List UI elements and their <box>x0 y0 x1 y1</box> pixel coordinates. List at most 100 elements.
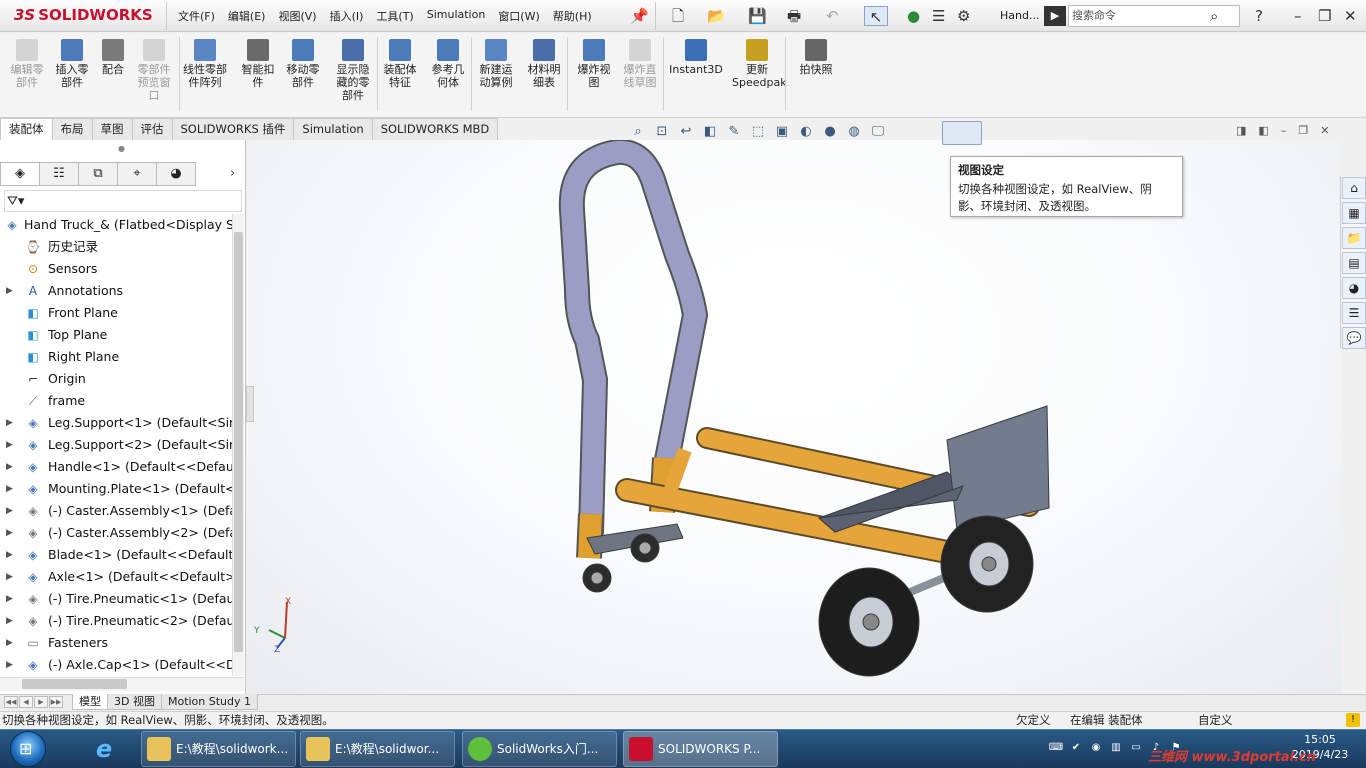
expand-arrow-icon[interactable]: ▶ <box>6 500 13 522</box>
viewport-minimize-icon[interactable]: – <box>1281 124 1287 137</box>
viewport-close-icon[interactable]: ✕ <box>1320 124 1329 137</box>
expand-arrow-icon[interactable]: ▶ <box>6 566 13 588</box>
print-icon[interactable]: 🖶 <box>787 6 801 26</box>
tab-3d-view[interactable]: 3D 视图 <box>107 694 162 710</box>
display-style-icon[interactable]: ▣ <box>772 122 792 142</box>
tree-item[interactable]: ▶ ◈ Axle<1> (Default<<Default>_Di <box>0 566 232 588</box>
tab-addins[interactable]: SOLIDWORKS 插件 <box>171 118 295 140</box>
tree-item[interactable]: ▶ ◈ (-) Tire.Pneumatic<2> (Default <box>0 610 232 632</box>
command-assembly-features-button[interactable]: 装配体 特征 <box>380 37 420 89</box>
save-icon[interactable]: 💾 <box>748 6 767 26</box>
dynamic-annotation-icon[interactable]: ✎ <box>724 122 744 142</box>
command-reference-geometry-button[interactable]: 参考几 何体 <box>428 37 468 89</box>
tree-item[interactable]: ▶ ◈ Mounting.Plate<1> (Default<<D <box>0 478 232 500</box>
menu-help[interactable]: 帮助(H) <box>553 8 592 24</box>
keyboard-icon[interactable]: ⌨ <box>1048 740 1064 756</box>
help-icon[interactable]: ? <box>1255 6 1263 26</box>
close-icon[interactable]: ✕ <box>1344 6 1357 26</box>
previous-view-icon[interactable]: ↩ <box>676 122 696 142</box>
taskbar-solidworks[interactable]: SOLIDWORKS P... <box>623 731 778 767</box>
panel-splitter[interactable] <box>246 386 254 422</box>
dimxpert-manager-icon[interactable]: ⌖ <box>117 162 157 186</box>
tree-item[interactable]: ⊙ Sensors <box>0 258 232 280</box>
search-commands-icon[interactable]: ▶ <box>1044 6 1066 26</box>
solidworks-logo[interactable]: 3S SOLIDWORKS <box>14 6 153 24</box>
view-palette-icon[interactable]: ▤ <box>1342 252 1366 274</box>
rebuild-icon[interactable]: ● <box>907 6 920 26</box>
tree-item[interactable]: ◈ Hand Truck_& (Flatbed<Display State <box>0 214 232 236</box>
hide-show-items-icon[interactable]: ◐ <box>796 122 816 142</box>
select-icon[interactable]: ↖ <box>864 6 888 26</box>
appearances-icon[interactable]: ◕ <box>1342 277 1366 299</box>
tree-item[interactable]: ▶ ◈ (-) Caster.Assembly<2> (Defaul <box>0 522 232 544</box>
view-orientation-icon[interactable]: ⬚ <box>748 122 768 142</box>
tree-item[interactable]: ◧ Front Plane <box>0 302 232 324</box>
tree-item[interactable]: ▶ A Annotations <box>0 280 232 302</box>
menu-tools[interactable]: 工具(T) <box>376 8 413 24</box>
command-smart-fasteners-button[interactable]: 智能扣 件 <box>236 37 280 89</box>
tree-item[interactable]: ⟋ frame <box>0 390 232 412</box>
graphics-area[interactable]: X Y Z <box>247 138 1341 694</box>
expand-arrow-icon[interactable]: ▶ <box>6 412 13 434</box>
tree-item[interactable]: ◧ Right Plane <box>0 346 232 368</box>
expand-arrow-icon[interactable]: ▶ <box>6 654 13 676</box>
command-linear-pattern-button[interactable]: 线性零部 件阵列 <box>178 37 232 89</box>
security-icon[interactable]: ✔ <box>1068 740 1084 756</box>
menu-simulation[interactable]: Simulation <box>427 8 486 24</box>
taskbar-explorer-2[interactable]: E:\教程\solidwor... <box>300 731 455 767</box>
viewport-restore-icon[interactable]: ❐ <box>1298 124 1308 137</box>
zoom-to-area-icon[interactable]: ⊡ <box>652 122 672 142</box>
edit-appearance-icon[interactable]: ● <box>820 122 840 142</box>
tree-item[interactable]: ▶ ◈ Leg.Support<1> (Default<Simp <box>0 412 232 434</box>
tab-motion-study[interactable]: Motion Study 1 <box>160 694 259 710</box>
tab-simulation[interactable]: Simulation <box>293 118 373 140</box>
new-document-icon[interactable]: 🗋 <box>672 6 684 26</box>
command-component-preview-button[interactable]: 零部件 预览窗 口 <box>132 37 176 102</box>
solidworks-tray-icon[interactable]: ◉ <box>1088 740 1104 756</box>
command-show-hidden-button[interactable]: 显示隐 藏的零 部件 <box>332 37 374 102</box>
start-button[interactable]: ⊞ <box>10 731 46 767</box>
file-properties-icon[interactable]: ☰ <box>932 6 945 26</box>
taskbar-explorer-1[interactable]: E:\教程\solidwork... <box>141 731 296 767</box>
expand-arrow-icon[interactable]: ▶ <box>6 610 13 632</box>
view-settings-button[interactable] <box>942 121 982 145</box>
command-exploded-view-button[interactable]: 爆炸视 图 <box>574 37 614 89</box>
tab-evaluate[interactable]: 评估 <box>131 118 173 140</box>
command-edit-component-button[interactable]: 编辑零 部件 <box>8 37 46 89</box>
units-selector[interactable]: 自定义 <box>1198 712 1233 729</box>
menu-file[interactable]: 文件(F) <box>178 8 215 24</box>
open-icon[interactable]: 📂 <box>707 6 726 26</box>
search-icon[interactable]: ⌕ <box>1210 6 1218 26</box>
tree-item[interactable]: ▶ ◈ (-) Axle.Cap<1> (Default<<Defa <box>0 654 232 676</box>
options-gear-icon[interactable]: ⚙ <box>957 6 970 26</box>
tree-item[interactable]: ▶ ▭ Fasteners <box>0 632 232 654</box>
panel-grip-icon[interactable]: ● <box>118 144 125 153</box>
tree-item[interactable]: ⌐ Origin <box>0 368 232 390</box>
restore-icon[interactable]: ❐ <box>1318 6 1331 26</box>
tile-left-icon[interactable]: ◨ <box>1236 124 1246 137</box>
command-mate-button[interactable]: 配合 <box>98 37 128 76</box>
network-icon[interactable]: ▥ <box>1108 740 1124 756</box>
tab-model[interactable]: 模型 <box>72 694 108 710</box>
chevron-right-icon[interactable]: › <box>230 166 235 181</box>
command-instant3d-button[interactable]: Instant3D <box>668 37 724 76</box>
tab-mbd[interactable]: SOLIDWORKS MBD <box>371 118 499 140</box>
tile-right-icon[interactable]: ◧ <box>1258 124 1268 137</box>
power-icon[interactable]: ▭ <box>1128 740 1144 756</box>
expand-arrow-icon[interactable]: ▶ <box>6 434 13 456</box>
tab-layout[interactable]: 布局 <box>51 118 93 140</box>
home-icon[interactable]: ⌂ <box>1342 177 1366 199</box>
menu-insert[interactable]: 插入(I) <box>330 8 364 24</box>
scrollbar-thumb[interactable] <box>234 232 243 652</box>
expand-arrow-icon[interactable]: ▶ <box>6 632 13 654</box>
command-move-component-button[interactable]: 移动零 部件 <box>282 37 324 89</box>
feature-manager-icon[interactable]: ◈ <box>0 162 40 186</box>
expand-arrow-icon[interactable]: ▶ <box>6 456 13 478</box>
tree-item[interactable]: ▶ ◈ (-) Caster.Assembly<1> (Defaul <box>0 500 232 522</box>
taskbar-browser[interactable]: SolidWorks入门... <box>462 731 617 767</box>
command-bom-button[interactable]: 材料明 细表 <box>524 37 564 89</box>
tree-item[interactable]: ◧ Top Plane <box>0 324 232 346</box>
notification-icon[interactable]: ! <box>1346 713 1360 727</box>
command-insert-component-button[interactable]: 插入零 部件 <box>52 37 92 89</box>
tab-assembly[interactable]: 装配体 <box>0 118 53 140</box>
